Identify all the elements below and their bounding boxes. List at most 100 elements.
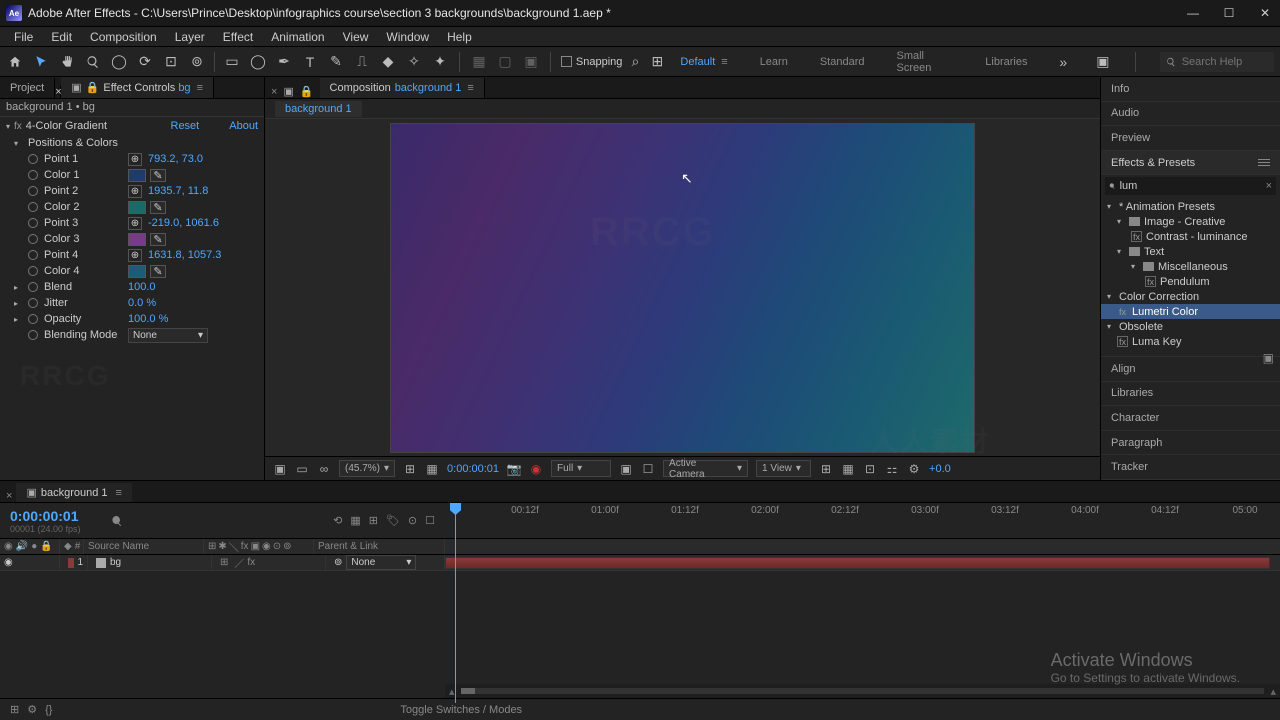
prop-value[interactable]: 1631.8, 1057.3 bbox=[148, 249, 221, 261]
timecode[interactable]: 0:00:00:01 bbox=[10, 508, 81, 524]
stopwatch-icon[interactable] bbox=[28, 234, 38, 244]
prop-value[interactable]: 100.0 bbox=[128, 281, 156, 293]
blending-mode-dropdown[interactable]: None▾ bbox=[128, 328, 208, 343]
playhead[interactable] bbox=[455, 503, 456, 703]
viewer-ic[interactable]: ▭ bbox=[295, 462, 309, 476]
viewer-ic[interactable]: ⊞ bbox=[403, 462, 417, 476]
workspace-default[interactable]: Default≡ bbox=[676, 54, 731, 70]
color-swatch[interactable] bbox=[128, 169, 146, 182]
menu-help[interactable]: Help bbox=[439, 28, 480, 46]
prop-value[interactable]: 1935.7, 11.8 bbox=[148, 185, 208, 197]
tl-ic[interactable]: ⊞ bbox=[10, 703, 19, 716]
viewer-ic[interactable]: ∞ bbox=[317, 462, 331, 476]
tree-item[interactable]: fxLuma Key bbox=[1101, 334, 1280, 349]
home-icon[interactable] bbox=[6, 53, 24, 71]
pan-behind-tool-icon[interactable]: ⊚ bbox=[188, 53, 206, 71]
workspace-standard[interactable]: Standard bbox=[816, 54, 869, 70]
viewer-ic[interactable]: ⚏ bbox=[885, 462, 899, 476]
camera-dropdown[interactable]: Active Camera▾ bbox=[663, 460, 748, 477]
snap-option-icon[interactable]: ⌕ bbox=[626, 53, 644, 71]
tab-composition[interactable]: Composition background 1 ≡ bbox=[320, 78, 485, 98]
eyedropper-icon[interactable]: ✎ bbox=[150, 265, 166, 278]
tree-item[interactable]: ▾Miscellaneous bbox=[1101, 259, 1280, 274]
exposure-value[interactable]: +0.0 bbox=[929, 463, 951, 475]
layer-duration-bar[interactable] bbox=[445, 557, 1270, 569]
crosshair-icon[interactable]: ⊕ bbox=[128, 153, 142, 166]
disclosure-icon[interactable]: ▾ bbox=[6, 122, 14, 131]
layer-name[interactable]: bg bbox=[110, 557, 121, 568]
tab-effect-controls[interactable]: ▣ 🔒 Effect Controls bg ≡ bbox=[61, 77, 214, 98]
tree-item[interactable]: ▾Obsolete bbox=[1101, 319, 1280, 334]
tl-ic[interactable]: ⊞ bbox=[369, 514, 378, 527]
eyedropper-icon[interactable]: ✎ bbox=[150, 201, 166, 214]
menu-composition[interactable]: Composition bbox=[82, 28, 165, 46]
eraser-tool-icon[interactable]: ◆ bbox=[379, 53, 397, 71]
tl-ic[interactable]: 🏷 bbox=[386, 514, 400, 527]
unified-camera-tool-icon[interactable]: ⊡ bbox=[162, 53, 180, 71]
tree-item-selected[interactable]: fxLumetri Color bbox=[1101, 304, 1280, 319]
prop-value[interactable]: -219.0, 1061.6 bbox=[148, 217, 219, 229]
stopwatch-icon[interactable] bbox=[28, 202, 38, 212]
panel-align[interactable]: Align bbox=[1101, 357, 1280, 382]
rectangle-tool-icon[interactable]: ▭ bbox=[223, 53, 241, 71]
viewer-ic[interactable]: ▣ bbox=[273, 462, 287, 476]
stopwatch-icon[interactable] bbox=[28, 266, 38, 276]
crosshair-icon[interactable]: ⊕ bbox=[128, 185, 142, 198]
type-tool-icon[interactable]: T bbox=[301, 53, 319, 71]
color-swatch[interactable] bbox=[128, 233, 146, 246]
snapping-checkbox[interactable] bbox=[561, 56, 572, 67]
menu-file[interactable]: File bbox=[6, 28, 41, 46]
tree-item[interactable]: fxContrast - luminance bbox=[1101, 229, 1280, 244]
puppet-tool-icon[interactable]: ✦ bbox=[431, 53, 449, 71]
selection-tool-icon[interactable] bbox=[32, 53, 50, 71]
menu-window[interactable]: Window bbox=[378, 28, 437, 46]
panel-preview[interactable]: Preview bbox=[1101, 126, 1280, 151]
tree-item[interactable]: ▾* Animation Presets bbox=[1101, 199, 1280, 214]
menu-view[interactable]: View bbox=[335, 28, 377, 46]
workspace-reset-icon[interactable]: ▣ bbox=[1095, 53, 1111, 71]
col-source-name[interactable]: Source Name bbox=[84, 539, 204, 554]
search-help-box[interactable] bbox=[1160, 52, 1274, 72]
stopwatch-icon[interactable] bbox=[28, 186, 38, 196]
close-button[interactable]: ✕ bbox=[1256, 6, 1274, 20]
panel-info[interactable]: Info bbox=[1101, 77, 1280, 102]
visibility-toggle[interactable]: ◉ bbox=[4, 557, 13, 568]
viewer-time[interactable]: 0:00:00:01 bbox=[447, 463, 499, 475]
disclosure-icon[interactable]: ▾ bbox=[14, 139, 22, 148]
prop-value[interactable]: 0.0 % bbox=[128, 297, 156, 309]
layer-row[interactable]: ◉ 1 bg ⊞／fx ⊚ None▾ bbox=[0, 555, 1280, 571]
panel-libraries[interactable]: Libraries bbox=[1101, 382, 1280, 407]
composition-viewer[interactable]: ↖ bbox=[265, 119, 1100, 456]
workspace-libraries[interactable]: Libraries bbox=[981, 54, 1031, 70]
hand-tool-icon[interactable] bbox=[58, 53, 76, 71]
roto-brush-tool-icon[interactable]: ✧ bbox=[405, 53, 423, 71]
time-ruler[interactable]: 00:12f 01:00f 01:12f 02:00f 02:12f 03:00… bbox=[445, 503, 1280, 539]
viewer-ic[interactable]: ⚙ bbox=[907, 462, 921, 476]
col-parent[interactable]: Parent & Link bbox=[314, 539, 445, 554]
zoom-tool-icon[interactable] bbox=[84, 53, 102, 71]
tree-item[interactable]: fxPendulum bbox=[1101, 274, 1280, 289]
minimize-button[interactable]: — bbox=[1184, 6, 1202, 20]
viewer-ic[interactable]: ▦ bbox=[841, 462, 855, 476]
viewer-ic[interactable]: ⊡ bbox=[863, 462, 877, 476]
snap-option2-icon[interactable]: ⊞ bbox=[648, 53, 666, 71]
eyedropper-icon[interactable]: ✎ bbox=[150, 233, 166, 246]
tree-item[interactable]: ▾Color Correction bbox=[1101, 289, 1280, 304]
pickwhip-icon[interactable]: ⊚ bbox=[334, 557, 342, 568]
effects-search[interactable]: × bbox=[1105, 177, 1276, 195]
toggle-switches-modes[interactable]: Toggle Switches / Modes bbox=[400, 704, 522, 716]
panel-tracker[interactable]: Tracker bbox=[1101, 455, 1280, 480]
snapshot-icon[interactable]: 📷 bbox=[507, 462, 521, 476]
disclosure-icon[interactable]: ▸ bbox=[14, 315, 22, 324]
orbit-tool-icon[interactable]: ◯ bbox=[110, 53, 128, 71]
viewer-ic[interactable]: ▦ bbox=[425, 462, 439, 476]
panel-character[interactable]: Character bbox=[1101, 406, 1280, 431]
resolution-dropdown[interactable]: Full▾ bbox=[551, 460, 611, 477]
menu-animation[interactable]: Animation bbox=[263, 28, 332, 46]
search-help-input[interactable] bbox=[1182, 56, 1268, 68]
stopwatch-icon[interactable] bbox=[28, 314, 38, 324]
timeline-tab[interactable]: ▣ background 1 ≡ bbox=[16, 483, 132, 502]
label-color[interactable] bbox=[68, 558, 74, 568]
tab-project[interactable]: Project bbox=[0, 78, 55, 98]
tl-ic[interactable]: ▦ bbox=[350, 514, 360, 527]
